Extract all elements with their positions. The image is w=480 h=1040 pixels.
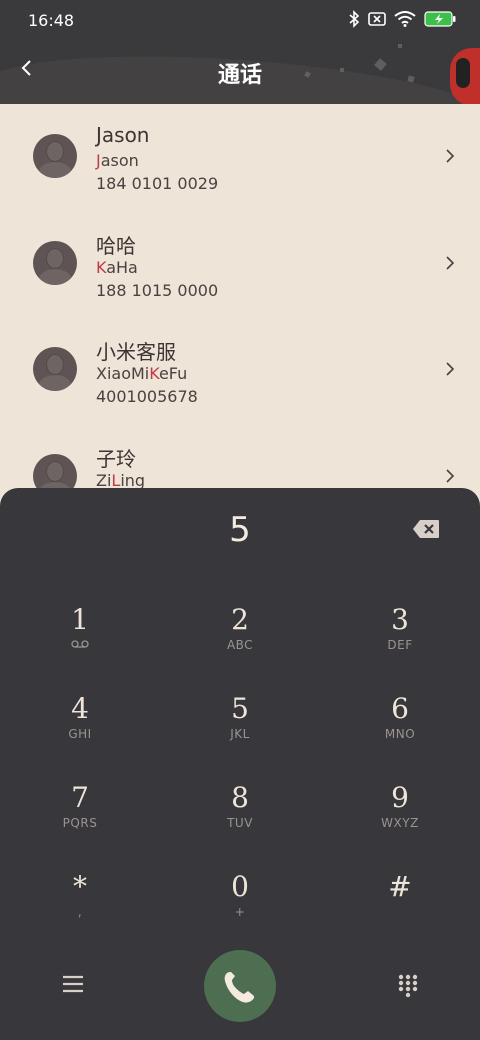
header-decoration — [398, 44, 402, 48]
wifi-icon — [394, 11, 416, 27]
key-star[interactable]: * , — [0, 852, 160, 941]
key-letters — [0, 637, 160, 653]
key-letters: JKL — [230, 727, 250, 741]
key-letters: TUV — [227, 816, 253, 830]
key-letters: GHI — [68, 727, 92, 741]
key-digit: 1 — [71, 603, 89, 636]
key-digit: 6 — [391, 692, 409, 725]
avatar — [33, 134, 77, 178]
dialpad-panel: 5 1 2 ABC 3 DEF 4 GHI 5 JKL 6 MNO 7 PQRS… — [0, 488, 480, 1040]
key-letters: DEF — [387, 638, 413, 652]
key-6[interactable]: 6 MNO — [320, 674, 480, 763]
key-digit: 9 — [391, 781, 409, 814]
bluetooth-icon — [349, 10, 360, 28]
key-5[interactable]: 5 JKL — [160, 674, 320, 763]
chevron-right-icon[interactable] — [444, 468, 456, 484]
call-button[interactable] — [204, 950, 276, 1022]
key-4[interactable]: 4 GHI — [0, 674, 160, 763]
key-digit: 2 — [231, 603, 249, 636]
app-header: 通话 — [0, 40, 480, 104]
contact-name: 子玲 — [96, 447, 136, 471]
key-letters: WXYZ — [381, 816, 419, 830]
contact-row[interactable]: 哈哈 KaHa 188 1015 0000 — [0, 211, 480, 318]
key-7[interactable]: 7 PQRS — [0, 763, 160, 852]
key-9[interactable]: 9 WXYZ — [320, 763, 480, 852]
contact-name: Jason — [96, 123, 150, 147]
contact-row[interactable]: 小米客服 XiaoMiKeFu 4001005678 — [0, 317, 480, 424]
key-1[interactable]: 1 — [0, 585, 160, 674]
key-letters: + — [234, 905, 246, 919]
avatar — [33, 347, 77, 391]
status-icons — [348, 10, 456, 28]
key-3[interactable]: 3 DEF — [320, 585, 480, 674]
chevron-right-icon[interactable] — [444, 148, 456, 164]
chevron-right-icon[interactable] — [444, 361, 456, 377]
key-0[interactable]: 0 + — [160, 852, 320, 941]
contact-name: 哈哈 — [96, 234, 136, 258]
pinyin-match: K — [149, 364, 159, 383]
key-letters: , — [77, 905, 83, 919]
contact-pinyin: XiaoMiKeFu — [96, 364, 188, 383]
chevron-right-icon[interactable] — [444, 255, 456, 271]
key-digit: 5 — [231, 692, 249, 725]
key-letters: ABC — [226, 638, 254, 652]
key-2[interactable]: 2 ABC — [160, 585, 320, 674]
key-letters: MNO — [384, 727, 416, 741]
key-digit: 3 — [391, 603, 409, 636]
contact-list: Jason Jason 184 0101 0029 哈哈 KaHa 188 10… — [0, 104, 480, 504]
status-bar: 16:48 — [0, 0, 480, 40]
key-digit: 0 — [231, 870, 249, 903]
contact-number: 184 0101 0029 — [96, 174, 219, 193]
contact-number: 4001005678 — [96, 387, 198, 406]
key-letters: PQRS — [62, 816, 98, 830]
battery-charging-icon — [424, 11, 456, 27]
backspace-icon[interactable] — [412, 519, 440, 539]
sim-icon — [368, 12, 386, 26]
contact-name: 小米客服 — [96, 340, 176, 364]
dialpad-grid-icon[interactable] — [398, 974, 418, 998]
key-digit: # — [388, 870, 412, 903]
key-digit: 4 — [71, 692, 89, 725]
menu-icon[interactable] — [62, 975, 84, 993]
contact-row[interactable]: Jason Jason 184 0101 0029 — [0, 104, 480, 211]
voicemail-icon — [71, 640, 89, 648]
pinyin-match: K — [96, 258, 107, 277]
contact-pinyin: Jason — [96, 151, 139, 170]
contact-pinyin: KaHa — [96, 258, 138, 277]
key-letters — [320, 904, 480, 920]
contact-number: 188 1015 0000 — [96, 281, 219, 300]
phone-icon — [224, 972, 254, 1003]
page-title: 通话 — [217, 63, 262, 88]
key-digit: * — [73, 870, 87, 903]
dialed-number: 5 — [229, 510, 251, 550]
key-hash[interactable]: # — [320, 852, 480, 941]
avatar — [33, 241, 77, 285]
key-8[interactable]: 8 TUV — [160, 763, 320, 852]
key-digit: 7 — [71, 781, 89, 814]
status-time: 16:48 — [28, 11, 75, 30]
key-digit: 8 — [231, 781, 249, 814]
